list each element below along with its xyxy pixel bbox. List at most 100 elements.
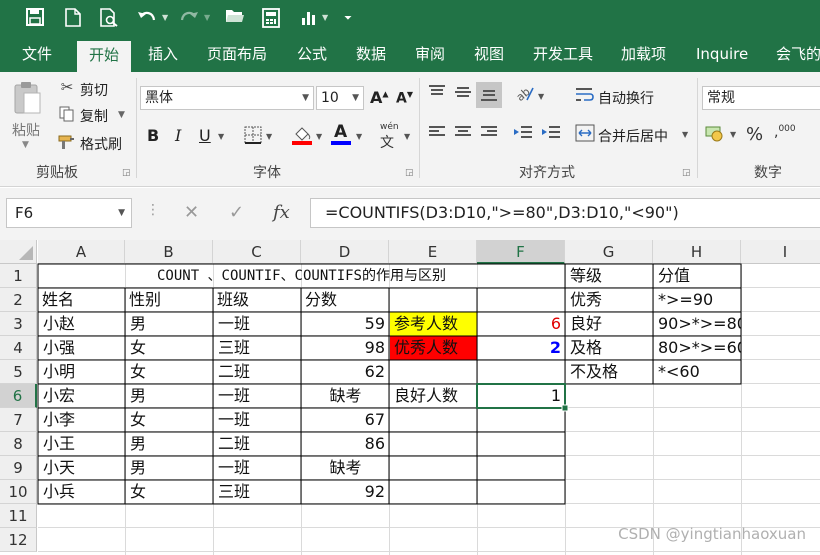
record-name[interactable]: 小强 (39, 336, 125, 360)
tab-review[interactable]: 审阅 (411, 38, 449, 72)
align-middle-icon[interactable] (452, 84, 474, 104)
orientation-dropdown-icon[interactable]: ▼ (538, 92, 544, 101)
record-gender[interactable]: 女 (126, 408, 213, 432)
align-bottom-icon[interactable] (476, 82, 502, 108)
record-score[interactable]: 67 (302, 408, 389, 432)
underline-button[interactable]: U (199, 126, 211, 145)
grade-level[interactable]: 优秀 (566, 288, 653, 312)
sheet-title[interactable]: COUNT 、COUNTIF、COUNTIFS的作用与区别 (38, 264, 565, 288)
font-color-dropdown-icon[interactable]: ▼ (356, 132, 362, 141)
new-file-icon[interactable] (60, 8, 86, 30)
tab-formulas[interactable]: 公式 (293, 38, 331, 72)
record-score[interactable]: 缺考 (302, 456, 389, 480)
chart-icon[interactable] (296, 8, 322, 30)
record-score[interactable]: 缺考 (302, 384, 389, 408)
grade-level[interactable]: 不及格 (566, 360, 653, 384)
tab-page-layout[interactable]: 页面布局 (203, 38, 271, 72)
record-name[interactable]: 小王 (39, 432, 125, 456)
font-launcher-icon[interactable]: ◲ (405, 168, 414, 178)
paste-dropdown-icon[interactable]: ▼ (22, 140, 29, 150)
save-icon[interactable] (22, 8, 48, 30)
tab-data[interactable]: 数据 (352, 38, 390, 72)
tab-view[interactable]: 视图 (470, 38, 508, 72)
align-right-icon[interactable] (478, 124, 500, 144)
alignment-launcher-icon[interactable]: ◲ (682, 168, 691, 178)
stat-value-excellent[interactable]: 2 (477, 336, 565, 360)
tab-addins[interactable]: 加载项 (617, 38, 670, 72)
number-format-select[interactable]: 常规 (702, 86, 820, 110)
record-name[interactable]: 小宏 (39, 384, 125, 408)
insert-function-icon[interactable]: fx (273, 202, 290, 223)
clipboard-launcher-icon[interactable]: ◲ (122, 168, 131, 178)
formula-input[interactable]: =COUNTIFS(D3:D10,">=80",D3:D10,"<90") (310, 198, 820, 228)
record-gender[interactable]: 女 (126, 480, 213, 504)
tab-developer[interactable]: 开发工具 (529, 38, 597, 72)
record-name[interactable]: 小兵 (39, 480, 125, 504)
grade-header-value[interactable]: 分值 (654, 264, 741, 288)
borders-icon[interactable] (242, 126, 264, 148)
grade-value[interactable]: 90>*>=80 (654, 312, 741, 336)
record-class[interactable]: 三班 (214, 480, 301, 504)
name-box[interactable]: F6 ▼ (6, 198, 132, 228)
record-name[interactable]: 小李 (39, 408, 125, 432)
print-preview-icon[interactable] (96, 8, 122, 30)
borders-dropdown-icon[interactable]: ▼ (266, 132, 272, 141)
record-class[interactable]: 三班 (214, 336, 301, 360)
grade-level[interactable]: 良好 (566, 312, 653, 336)
record-gender[interactable]: 男 (126, 432, 213, 456)
stat-label-participants[interactable]: 参考人数 (390, 312, 477, 336)
record-score[interactable]: 86 (302, 432, 389, 456)
paste-icon[interactable] (10, 80, 46, 120)
record-name[interactable]: 小赵 (39, 312, 125, 336)
header-name[interactable]: 姓名 (38, 288, 125, 312)
drag-handle-icon[interactable]: ⋮ (146, 202, 160, 218)
header-class[interactable]: 班级 (213, 288, 301, 312)
font-color-button[interactable]: A (334, 122, 347, 142)
align-center-icon[interactable] (452, 124, 474, 144)
merge-dropdown-icon[interactable]: ▼ (682, 130, 688, 139)
format-painter-button[interactable]: 格式刷 (80, 134, 122, 154)
merge-center-button[interactable]: 合并后居中 (598, 126, 668, 146)
font-size-select[interactable]: 10 ▼ (316, 86, 364, 110)
italic-button[interactable]: I (175, 126, 181, 145)
record-gender[interactable]: 男 (126, 456, 213, 480)
record-class[interactable]: 二班 (214, 432, 301, 456)
font-name-select[interactable]: 黑体 ▼ (140, 86, 314, 110)
cancel-icon[interactable]: ✕ (184, 202, 199, 223)
fill-color-dropdown-icon[interactable]: ▼ (316, 132, 322, 141)
grade-value[interactable]: *<60 (654, 360, 741, 384)
underline-dropdown-icon[interactable]: ▼ (218, 132, 224, 141)
copy-button[interactable]: 复制 (80, 106, 108, 126)
shrink-font-button[interactable]: A▼ (396, 90, 413, 107)
stat-label-excellent[interactable]: 优秀人数 (390, 336, 477, 360)
increase-indent-icon[interactable] (540, 124, 562, 144)
align-top-icon[interactable] (426, 84, 448, 104)
grade-level[interactable]: 及格 (566, 336, 653, 360)
record-class[interactable]: 二班 (214, 360, 301, 384)
open-folder-icon[interactable] (222, 8, 248, 30)
tab-home[interactable]: 开始 (77, 41, 132, 72)
cut-button[interactable]: 剪切 (80, 80, 108, 100)
customize-icon[interactable]: ⏷ (340, 8, 356, 30)
enter-icon[interactable]: ✓ (229, 202, 244, 223)
phonetic-guide-button[interactable]: wén 文 (380, 122, 399, 152)
decrease-indent-icon[interactable] (512, 124, 534, 144)
record-class[interactable]: 一班 (214, 384, 301, 408)
percent-button[interactable]: % (746, 124, 763, 145)
tab-inquire[interactable]: Inquire (692, 38, 752, 72)
phonetic-dropdown-icon[interactable]: ▼ (404, 132, 410, 141)
orientation-icon[interactable]: ab (514, 84, 536, 106)
header-gender[interactable]: 性别 (125, 288, 213, 312)
record-gender[interactable]: 女 (126, 360, 213, 384)
copy-dropdown-icon[interactable]: ▼ (118, 110, 125, 120)
tab-custom[interactable]: 会飞的 (772, 38, 820, 72)
grade-value[interactable]: *>=90 (654, 288, 741, 312)
currency-dropdown-icon[interactable]: ▼ (730, 130, 736, 139)
record-name[interactable]: 小天 (39, 456, 125, 480)
record-class[interactable]: 一班 (214, 312, 301, 336)
chart-dropdown-icon[interactable]: ▼ (322, 13, 328, 22)
calculator-icon[interactable] (258, 8, 284, 30)
undo-dropdown-icon[interactable]: ▼ (162, 13, 168, 22)
tab-insert[interactable]: 插入 (144, 38, 182, 72)
record-gender[interactable]: 男 (126, 312, 213, 336)
